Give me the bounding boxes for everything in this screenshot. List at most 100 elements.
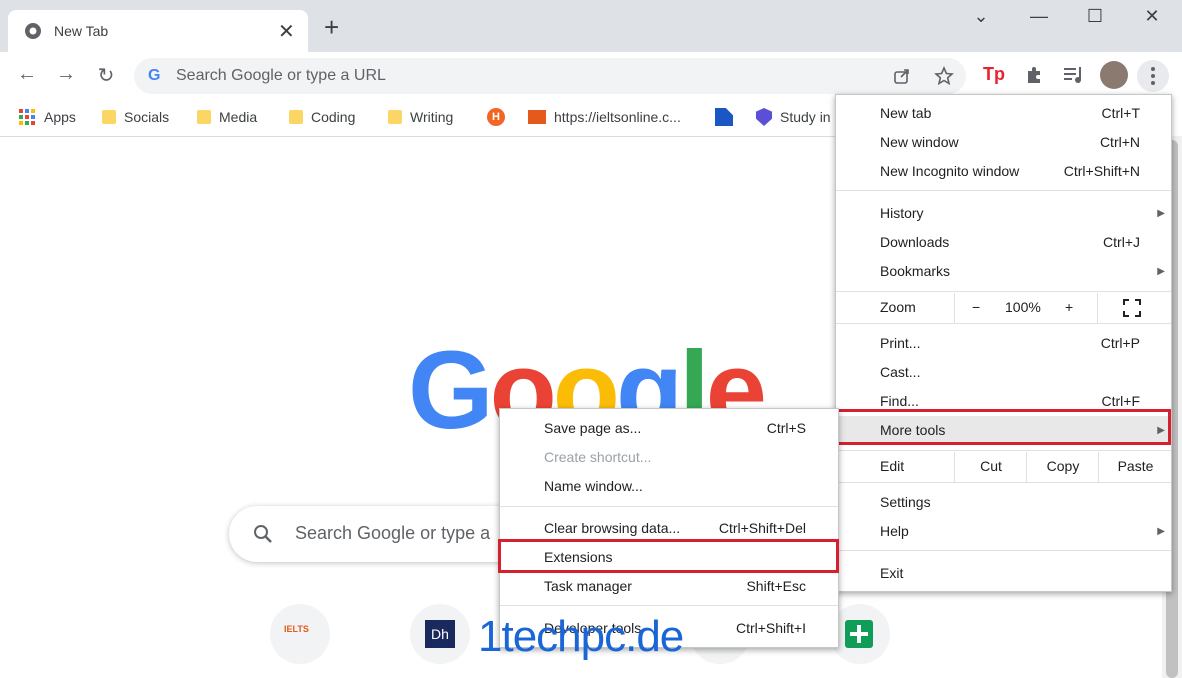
edit-label: Edit xyxy=(880,458,905,474)
back-icon[interactable]: ← xyxy=(14,63,40,89)
more-tools-highlight xyxy=(834,409,1171,445)
menu-separator xyxy=(836,550,1171,551)
search-icon xyxy=(254,525,272,543)
menu-item-label: Save page as... xyxy=(544,420,642,436)
tab-search-icon[interactable]: ⌄ xyxy=(966,6,996,32)
puzzle-icon[interactable] xyxy=(1024,65,1044,85)
avatar[interactable] xyxy=(1100,61,1128,89)
tab-new-tab[interactable]: New Tab ✕ xyxy=(8,10,308,52)
menu-separator xyxy=(836,323,1171,324)
bookmark-study[interactable]: Study in xyxy=(756,106,831,128)
zoom-in-button[interactable]: + xyxy=(1065,293,1073,322)
menu-separator xyxy=(500,506,838,507)
bookmark-folder-coding[interactable]: Coding xyxy=(289,106,355,128)
menu-item-shortcut: Ctrl+S xyxy=(766,420,806,436)
menu-separator xyxy=(500,605,838,606)
extensions-highlight xyxy=(498,539,839,573)
window-close-icon[interactable]: ✕ xyxy=(1137,6,1167,32)
tab-title: New Tab xyxy=(54,23,109,39)
menu-item-help[interactable]: Help ▶ xyxy=(836,517,1171,546)
bookmark-blue[interactable] xyxy=(715,106,733,128)
zoom-control: − 100% + xyxy=(954,293,1098,323)
menu-separator xyxy=(836,190,1171,191)
bookmark-folder-media[interactable]: Media xyxy=(197,106,257,128)
minimize-icon[interactable]: — xyxy=(1024,6,1054,32)
menu-item-cast[interactable]: Cast... xyxy=(836,358,1171,387)
menu-item-label: Task manager xyxy=(544,578,632,594)
site-h-icon: H xyxy=(487,108,505,126)
menu-separator xyxy=(836,450,1171,451)
ielts-icon xyxy=(528,110,546,124)
menu-item-shortcut: Ctrl+Shift+I xyxy=(735,620,806,636)
menu-item-label: Bookmarks xyxy=(880,263,951,279)
tab-close-icon[interactable]: ✕ xyxy=(278,19,295,44)
menu-item-label: New Incognito window xyxy=(880,163,1020,179)
tp-extension-icon[interactable]: Tp xyxy=(983,64,1005,85)
menu-item-shortcut: Ctrl+J xyxy=(1103,234,1140,250)
apps-grid-icon xyxy=(19,109,35,125)
shortcut-tile-sheets[interactable] xyxy=(830,604,890,664)
folder-icon xyxy=(102,110,116,124)
menu-item-settings[interactable]: Settings xyxy=(836,488,1171,517)
bookmark-star-icon[interactable] xyxy=(934,66,954,86)
bookmark-label: Media xyxy=(219,109,258,125)
menu-item-label: Exit xyxy=(880,565,904,581)
submenu-arrow-icon: ▶ xyxy=(1157,526,1165,537)
menu-item-label: New window xyxy=(880,134,959,150)
bookmark-folder-socials[interactable]: Socials xyxy=(102,106,169,128)
bookmark-folder-writing[interactable]: Writing xyxy=(388,106,453,128)
menu-item-downloads[interactable]: Downloads Ctrl+J xyxy=(836,228,1171,257)
bookmark-ieltsonline[interactable]: https://ieltsonline.c... xyxy=(528,106,681,128)
forward-icon[interactable]: → xyxy=(53,63,79,89)
bookmark-label: Socials xyxy=(124,109,170,125)
submenu-arrow-icon: ▶ xyxy=(1157,266,1165,277)
menu-item-print[interactable]: Print... Ctrl+P xyxy=(836,329,1171,358)
menu-item-label: Help xyxy=(880,523,909,539)
media-queue-icon[interactable] xyxy=(1063,65,1085,85)
menu-item-label: New tab xyxy=(880,105,932,121)
bookmark-site-h[interactable]: H xyxy=(487,106,505,128)
menu-item-shortcut: Shift+Esc xyxy=(746,578,806,594)
menu-item-new-window[interactable]: New window Ctrl+N xyxy=(836,128,1171,157)
shortcut-label: IELTS xyxy=(284,624,309,634)
chrome-main-menu: New tab Ctrl+T New window Ctrl+N New Inc… xyxy=(835,94,1172,592)
shortcut-tile-dh[interactable]: Dh xyxy=(410,604,470,664)
new-tab-button[interactable]: + xyxy=(324,14,339,40)
fullscreen-icon[interactable] xyxy=(1123,299,1141,317)
sheets-icon xyxy=(845,620,873,648)
submenu-item-save-page[interactable]: Save page as... Ctrl+S xyxy=(500,414,838,443)
shortcut-tile-ielts[interactable]: IELTS xyxy=(270,604,330,664)
zoom-label: Zoom xyxy=(880,299,916,315)
menu-item-new-tab[interactable]: New tab Ctrl+T xyxy=(836,99,1171,128)
menu-item-label: Name window... xyxy=(544,478,643,494)
bookmark-apps[interactable]: Apps xyxy=(18,106,76,128)
menu-item-label: Downloads xyxy=(880,234,950,250)
folder-icon xyxy=(388,110,402,124)
bookmark-label: https://ieltsonline.c... xyxy=(554,109,681,125)
submenu-arrow-icon: ▶ xyxy=(1157,208,1165,219)
menu-separator xyxy=(836,291,1171,292)
submenu-item-create-shortcut[interactable]: Create shortcut... xyxy=(500,443,838,472)
bookmark-label: Writing xyxy=(410,109,454,125)
menu-item-shortcut: Ctrl+N xyxy=(1099,134,1140,150)
menu-item-new-incognito[interactable]: New Incognito window Ctrl+Shift+N xyxy=(836,157,1171,186)
share-icon[interactable] xyxy=(892,66,912,86)
submenu-item-name-window[interactable]: Name window... xyxy=(500,472,838,501)
menu-button[interactable] xyxy=(1137,60,1169,92)
kebab-menu-icon xyxy=(1151,67,1155,85)
zoom-level: 100% xyxy=(1005,299,1041,315)
watermark: 1techpc.de xyxy=(478,612,684,661)
reload-icon[interactable]: ↻ xyxy=(93,63,119,89)
bookmark-label: Apps xyxy=(44,109,76,125)
menu-item-history[interactable]: History ▶ xyxy=(836,199,1171,228)
copy-button[interactable]: Copy xyxy=(1026,452,1099,482)
menu-item-bookmarks[interactable]: Bookmarks ▶ xyxy=(836,257,1171,286)
omnibox[interactable]: G Search Google or type a URL xyxy=(134,58,966,94)
zoom-out-button[interactable]: − xyxy=(972,293,980,322)
submenu-item-task-manager[interactable]: Task manager Shift+Esc xyxy=(500,572,838,601)
cut-button[interactable]: Cut xyxy=(954,452,1027,482)
paste-button[interactable]: Paste xyxy=(1098,452,1172,482)
menu-item-label: Cast... xyxy=(880,364,921,380)
menu-item-exit[interactable]: Exit xyxy=(836,559,1171,588)
maximize-icon[interactable]: ☐ xyxy=(1080,6,1110,32)
